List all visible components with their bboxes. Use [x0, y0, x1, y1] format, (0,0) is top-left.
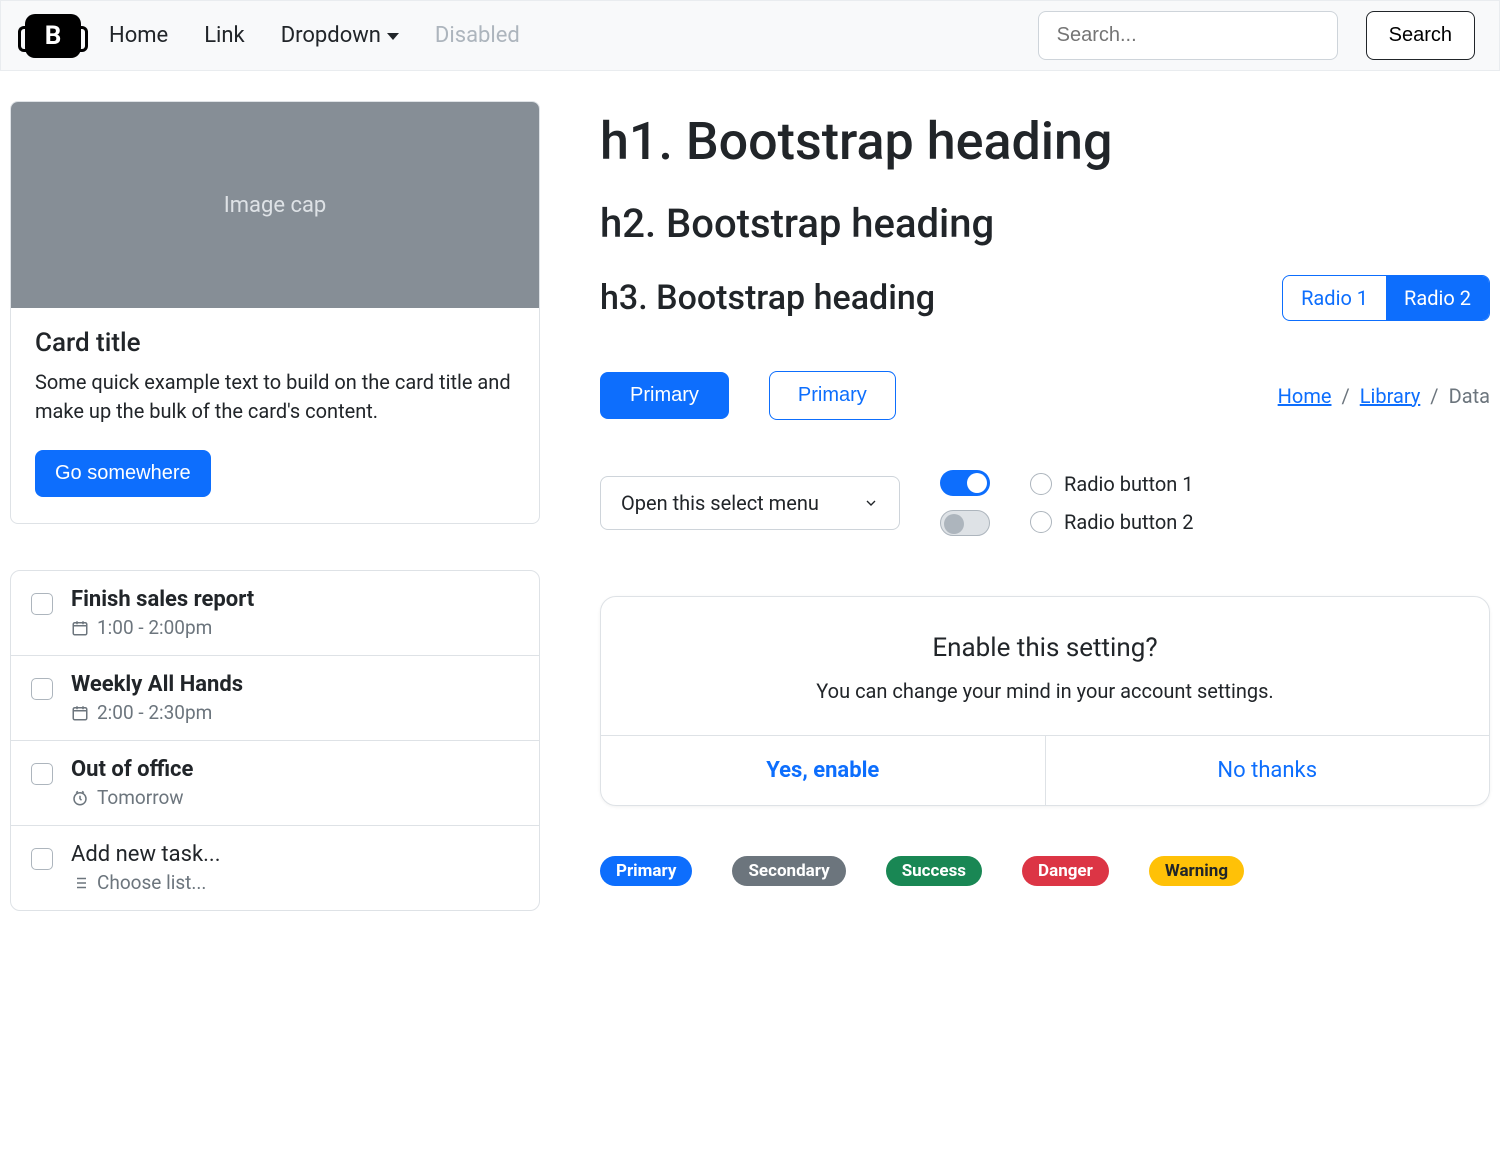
- task-row[interactable]: Weekly All Hands 2:00 - 2:30pm: [11, 656, 539, 741]
- task-checkbox[interactable]: [31, 678, 53, 700]
- task-row-add[interactable]: Add new task... Choose list...: [11, 826, 539, 910]
- breadcrumb: Home / Library / Data: [1278, 384, 1490, 408]
- badge-row: Primary Secondary Success Danger Warning: [600, 856, 1490, 886]
- task-title: Weekly All Hands: [71, 672, 243, 697]
- breadcrumb-library[interactable]: Library: [1360, 384, 1421, 408]
- radio-2[interactable]: Radio 2: [1386, 276, 1489, 320]
- task-checkbox[interactable]: [31, 848, 53, 870]
- task-title: Finish sales report: [71, 587, 254, 612]
- brand-logo[interactable]: B: [25, 14, 81, 58]
- list-icon: [71, 874, 89, 892]
- go-somewhere-button[interactable]: Go somewhere: [35, 450, 211, 497]
- example-card: Image cap Card title Some quick example …: [10, 101, 540, 524]
- nav-home[interactable]: Home: [109, 23, 168, 48]
- chevron-down-icon: [863, 495, 879, 511]
- task-subtext: Choose list...: [71, 871, 221, 894]
- dialog-title: Enable this setting?: [641, 633, 1449, 663]
- calendar-icon: [71, 704, 89, 722]
- badge-danger: Danger: [1022, 856, 1109, 886]
- radio-option-2[interactable]: Radio button 2: [1030, 510, 1194, 534]
- badge-success: Success: [886, 856, 982, 886]
- radio-option-1[interactable]: Radio button 1: [1030, 472, 1194, 496]
- breadcrumb-home[interactable]: Home: [1278, 384, 1332, 408]
- radio-icon: [1030, 511, 1052, 533]
- heading-h2: h2. Bootstrap heading: [600, 200, 1490, 247]
- task-subtext: 1:00 - 2:00pm: [71, 616, 254, 639]
- breadcrumb-sep: /: [1341, 384, 1349, 408]
- select-menu[interactable]: Open this select menu: [600, 476, 900, 530]
- radio-button-group: Radio 1 Radio 2: [1282, 275, 1490, 321]
- dialog-no-button[interactable]: No thanks: [1046, 736, 1490, 805]
- nav-dropdown[interactable]: Dropdown: [281, 23, 399, 48]
- nav-link[interactable]: Link: [204, 23, 245, 48]
- card-image-cap: Image cap: [11, 102, 539, 308]
- radio-label: Radio button 2: [1064, 510, 1194, 534]
- dialog-text: You can change your mind in your account…: [641, 677, 1449, 705]
- radio-1[interactable]: Radio 1: [1283, 276, 1386, 320]
- clock-icon: [71, 789, 89, 807]
- radio-icon: [1030, 473, 1052, 495]
- switch-off[interactable]: [940, 510, 990, 536]
- switch-on[interactable]: [940, 470, 990, 496]
- breadcrumb-current: Data: [1449, 384, 1490, 408]
- nav-disabled: Disabled: [435, 23, 520, 48]
- nav-links: Home Link Dropdown Disabled: [109, 23, 520, 48]
- search-button[interactable]: Search: [1366, 11, 1475, 60]
- search-input[interactable]: [1038, 11, 1338, 60]
- primary-outline-button[interactable]: Primary: [769, 371, 896, 420]
- navbar: B Home Link Dropdown Disabled Search: [0, 0, 1500, 71]
- badge-primary: Primary: [600, 856, 692, 886]
- heading-h1: h1. Bootstrap heading: [600, 111, 1490, 172]
- calendar-icon: [71, 619, 89, 637]
- dialog-yes-button[interactable]: Yes, enable: [601, 736, 1046, 805]
- task-checkbox[interactable]: [31, 593, 53, 615]
- radio-label: Radio button 1: [1064, 472, 1194, 496]
- nav-dropdown-label: Dropdown: [281, 23, 381, 48]
- task-title: Add new task...: [71, 842, 221, 867]
- task-checkbox[interactable]: [31, 763, 53, 785]
- task-row[interactable]: Finish sales report 1:00 - 2:00pm: [11, 571, 539, 656]
- task-subtext: 2:00 - 2:30pm: [71, 701, 243, 724]
- task-list: Finish sales report 1:00 - 2:00pm Weekly…: [10, 570, 540, 911]
- breadcrumb-sep: /: [1430, 384, 1438, 408]
- heading-h3: h3. Bootstrap heading: [600, 278, 935, 318]
- badge-secondary: Secondary: [732, 856, 845, 886]
- task-subtext: Tomorrow: [71, 786, 193, 809]
- card-title: Card title: [35, 328, 515, 358]
- confirm-dialog: Enable this setting? You can change your…: [600, 596, 1490, 806]
- card-text: Some quick example text to build on the …: [35, 368, 515, 426]
- select-label: Open this select menu: [621, 491, 819, 515]
- badge-warning: Warning: [1149, 856, 1244, 886]
- primary-button[interactable]: Primary: [600, 372, 729, 419]
- chevron-down-icon: [387, 33, 399, 40]
- task-title: Out of office: [71, 757, 193, 782]
- task-row[interactable]: Out of office Tomorrow: [11, 741, 539, 826]
